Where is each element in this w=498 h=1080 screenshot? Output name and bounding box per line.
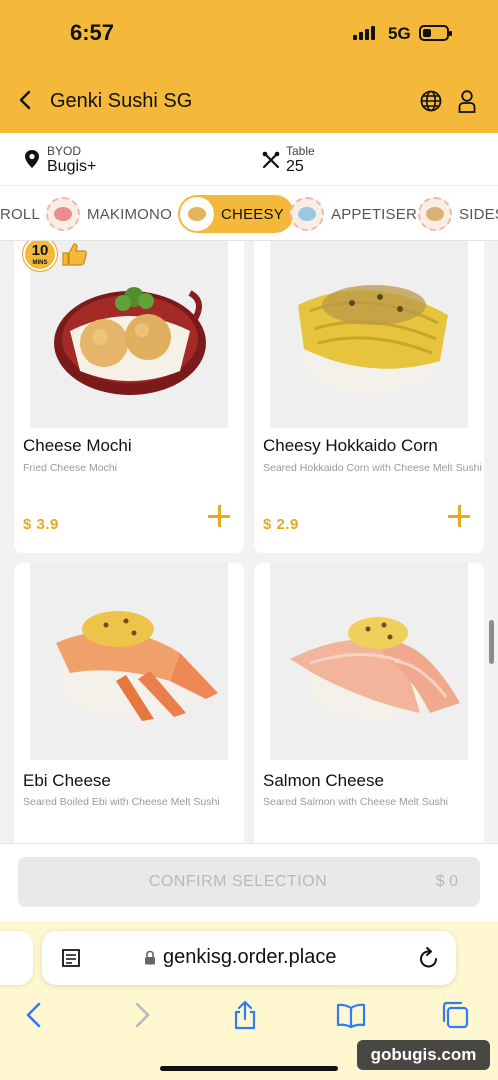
menu-item-description: Seared Hokkaido Corn with Cheese Melt Su… bbox=[263, 462, 482, 474]
menu-item-price: $ 3.9 bbox=[23, 516, 59, 533]
previous-tab[interactable] bbox=[0, 931, 33, 985]
hokkaido-corn-image bbox=[298, 285, 448, 395]
menu-item-description: Fried Cheese Mochi bbox=[23, 462, 117, 474]
menu-item-name: Ebi Cheese bbox=[23, 771, 111, 790]
menu-item-photo bbox=[270, 241, 468, 428]
order-total: $ 0 bbox=[435, 873, 458, 890]
category-tabs: ROLL MAKIMONO CHEESY APPETISER SIDES bbox=[0, 185, 498, 241]
menu-item-card[interactable]: Salmon Cheese Seared Salmon with Cheese … bbox=[254, 563, 484, 843]
tab-label: ROLL bbox=[0, 205, 40, 223]
share-icon[interactable] bbox=[230, 1000, 260, 1030]
table-label: Table bbox=[286, 144, 315, 158]
badge-number: 10 bbox=[31, 242, 49, 259]
menu-item-description: Seared Boiled Ebi with Cheese Melt Sushi bbox=[23, 796, 220, 808]
address-bar[interactable]: genkisg.order.place bbox=[42, 931, 456, 985]
tab-appetiser[interactable]: APPETISER bbox=[290, 195, 417, 233]
tab-sides[interactable]: SIDES bbox=[418, 195, 498, 233]
add-item-icon[interactable] bbox=[448, 505, 470, 527]
utensils-icon bbox=[262, 151, 280, 169]
menu-item-description: Seared Salmon with Cheese Melt Sushi bbox=[263, 796, 449, 808]
confirm-label: CONFIRM SELECTION bbox=[148, 873, 328, 890]
watermark: gobugis.com bbox=[357, 1040, 490, 1070]
tab-label: CHEESY bbox=[221, 205, 284, 223]
menu-item-card[interactable]: 10 MINS Cheese Mochi Fried Cheese Mochi … bbox=[14, 241, 244, 553]
browser-back-icon[interactable] bbox=[20, 1000, 50, 1030]
tab-label: SIDES bbox=[459, 205, 498, 223]
chevron-left-icon[interactable] bbox=[14, 88, 38, 112]
reload-icon[interactable] bbox=[418, 946, 440, 970]
appetiser-icon bbox=[290, 197, 324, 231]
add-item-icon[interactable] bbox=[208, 505, 230, 527]
menu-item-name: Salmon Cheese bbox=[263, 771, 384, 790]
location-pin-icon bbox=[25, 150, 39, 168]
bookmarks-icon[interactable] bbox=[336, 1000, 366, 1030]
confirm-selection-button[interactable]: CONFIRM SELECTION $ 0 bbox=[18, 857, 480, 907]
tab-label: APPETISER bbox=[331, 205, 417, 223]
battery-icon bbox=[419, 25, 452, 41]
tab-makimono[interactable]: MAKIMONO bbox=[46, 195, 172, 233]
menu-item-card[interactable]: Ebi Cheese Seared Boiled Ebi with Cheese… bbox=[14, 563, 244, 843]
menu-item-photo bbox=[270, 563, 468, 760]
menu-item-name: Cheese Mochi bbox=[23, 436, 132, 455]
home-indicator bbox=[160, 1066, 338, 1071]
menu-item-photo bbox=[30, 241, 228, 428]
prep-time-badge: 10 MINS bbox=[23, 241, 57, 271]
location-label: BYOD bbox=[47, 144, 82, 158]
cheese-mochi-image bbox=[54, 287, 206, 395]
ebi-cheese-image bbox=[56, 611, 218, 721]
cheesy-icon bbox=[180, 197, 214, 231]
location-value: Bugis+ bbox=[47, 158, 97, 175]
badge-unit: MINS bbox=[32, 260, 48, 266]
globe-icon[interactable] bbox=[419, 89, 443, 113]
status-bar: 6:57 5G bbox=[0, 0, 498, 64]
sides-icon bbox=[418, 197, 452, 231]
table-value: 25 bbox=[286, 158, 304, 175]
thumbs-up-icon bbox=[62, 243, 87, 266]
lock-icon bbox=[145, 950, 155, 965]
network-type: 5G bbox=[388, 24, 411, 43]
status-time: 6:57 bbox=[70, 20, 115, 45]
browser-forward-icon[interactable] bbox=[126, 1000, 156, 1030]
menu-item-card[interactable]: Cheesy Hokkaido Corn Seared Hokkaido Cor… bbox=[254, 241, 484, 553]
salmon-cheese-image bbox=[290, 617, 460, 719]
menu-grid[interactable]: 10 MINS Cheese Mochi Fried Cheese Mochi … bbox=[0, 241, 498, 843]
tab-roll[interactable]: ROLL bbox=[0, 195, 40, 233]
menu-item-name: Cheesy Hokkaido Corn bbox=[263, 436, 438, 455]
signal-icon bbox=[353, 26, 375, 40]
tabs-icon[interactable] bbox=[440, 1000, 470, 1030]
url-text: genkisg.order.place bbox=[163, 946, 337, 968]
user-icon[interactable] bbox=[456, 89, 478, 113]
reader-mode-icon[interactable] bbox=[60, 947, 82, 969]
menu-item-photo bbox=[30, 563, 228, 760]
makimono-icon bbox=[46, 197, 80, 231]
tab-cheesy[interactable]: CHEESY bbox=[178, 195, 294, 233]
tab-label: MAKIMONO bbox=[87, 205, 172, 223]
page-title: Genki Sushi SG bbox=[50, 90, 193, 112]
scrollbar-thumb[interactable] bbox=[489, 620, 494, 664]
menu-item-price: $ 2.9 bbox=[263, 516, 299, 533]
